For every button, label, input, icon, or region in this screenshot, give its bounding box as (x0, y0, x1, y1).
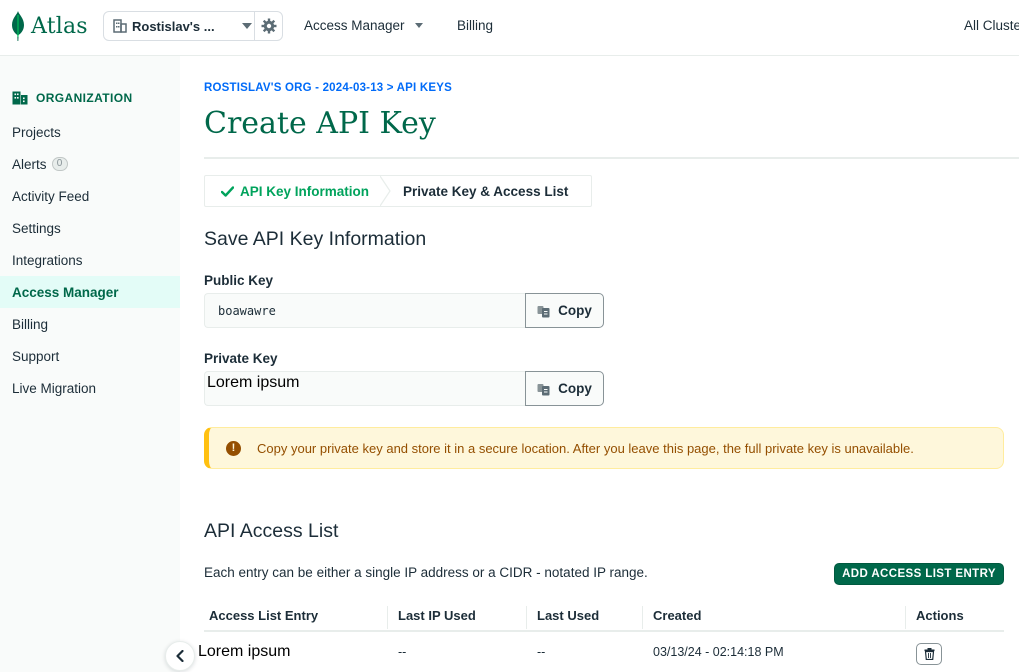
column-divider (905, 606, 906, 629)
nav-access-manager-label: Access Manager (304, 18, 405, 33)
chevron-left-icon (176, 650, 184, 662)
last-used-cell: -- (537, 645, 546, 659)
title-divider (204, 157, 1019, 159)
sidebar-item-label: Support (12, 348, 60, 364)
public-key-label: Public Key (204, 273, 274, 288)
sidebar-item-live-migration[interactable]: Live Migration (0, 372, 180, 404)
sidebar-item-label: Integrations (12, 252, 83, 268)
building-icon (12, 91, 28, 105)
column-header[interactable]: Created (653, 608, 701, 623)
sidebar-item-label: Projects (12, 124, 61, 140)
wizard-stepper: API Key Information Private Key & Access… (204, 175, 592, 207)
gear-icon (261, 18, 277, 34)
org-name: Rostislav's ... (132, 18, 215, 34)
atlas-logo[interactable]: Atlas (11, 10, 88, 42)
sidebar-item-label: Live Migration (12, 380, 97, 396)
nav-billing[interactable]: Billing (457, 18, 493, 33)
copy-icon (537, 383, 550, 395)
sidebar-item-access-manager[interactable]: Access Manager (0, 276, 180, 308)
logo-text: Atlas (31, 13, 88, 39)
sidebar-item-billing[interactable]: Billing (0, 308, 180, 340)
trash-icon (924, 648, 934, 660)
sidebar-item-label: Access Manager (12, 284, 119, 300)
collapse-sidebar-button[interactable] (165, 641, 195, 671)
sidebar-item-label: Settings (12, 220, 61, 236)
public-key-value: boawawre (218, 304, 276, 318)
nav-billing-label: Billing (457, 18, 494, 33)
private-key-value: Lorem ipsum (207, 374, 300, 391)
chevron-down-icon (242, 23, 252, 29)
warning-text: Copy your private key and store it in a … (257, 440, 914, 456)
sidebar-heading-label: ORGANIZATION (36, 91, 133, 105)
sidebar: ORGANIZATION Projects Alerts 0 Activity F… (0, 56, 180, 672)
save-key-heading: Save API Key Information (204, 228, 427, 250)
nav-all-clusters[interactable]: All Clusters (964, 18, 1019, 33)
mongodb-leaf-icon (12, 11, 24, 41)
delete-entry-button[interactable] (916, 643, 942, 665)
private-key-field[interactable]: Lorem ipsum (204, 371, 526, 406)
sidebar-item-integrations[interactable]: Integrations (0, 244, 180, 276)
sidebar-item-projects[interactable]: Projects (0, 116, 180, 148)
private-key-warning-banner: ! Copy your private key and store it in … (204, 427, 1004, 469)
add-access-list-entry-button[interactable]: ADD ACCESS LIST ENTRY (834, 563, 1004, 585)
access-list-description: Each entry can be either a single IP add… (204, 565, 648, 580)
checkmark-icon (221, 185, 234, 197)
column-header[interactable]: Last IP Used (398, 608, 476, 623)
breadcrumb[interactable]: ROSTISLAV'S ORG - 2024-03-13 > API KEYS (204, 82, 452, 94)
building-icon (113, 19, 127, 33)
access-list-heading: API Access List (204, 520, 339, 542)
nav-all-clusters-label: All Clusters (964, 18, 1019, 33)
page-title: Create API Key (204, 106, 436, 141)
column-header[interactable]: Last Used (537, 608, 599, 623)
sidebar-item-label: Billing (12, 316, 49, 332)
copy-public-key-button[interactable]: Copy (525, 293, 604, 328)
org-selector[interactable]: Rostislav's ... (103, 11, 283, 41)
sidebar-heading: ORGANIZATION (12, 91, 133, 105)
sidebar-item-support[interactable]: Support (0, 340, 180, 372)
sidebar-item-label: Activity Feed (12, 188, 90, 204)
warning-icon: ! (226, 440, 241, 456)
sidebar-item-label: Alerts (12, 156, 47, 172)
created-cell: 03/13/24 - 02:14:18 PM (653, 645, 784, 659)
step-api-key-information[interactable]: API Key Information (205, 176, 391, 206)
copy-button-label: Copy (558, 303, 592, 318)
column-header: Actions (916, 608, 964, 623)
sidebar-item-activity-feed[interactable]: Activity Feed (0, 180, 180, 212)
nav-access-manager[interactable]: Access Manager (304, 18, 423, 33)
alerts-count-badge: 0 (51, 157, 68, 171)
step-label: Private Key & Access List (403, 183, 569, 199)
column-header[interactable]: Access List Entry (209, 608, 318, 623)
access-list-table-header: Access List Entry Last IP Used Last Used… (204, 603, 1004, 632)
org-settings-button[interactable] (254, 12, 283, 40)
top-bar: Atlas Rostislav's ... Access Manager Bil… (0, 0, 1019, 56)
chevron-down-icon (414, 23, 423, 28)
sidebar-item-settings[interactable]: Settings (0, 212, 180, 244)
step-private-key-access-list[interactable]: Private Key & Access List (386, 176, 591, 206)
column-divider (642, 606, 643, 629)
column-divider (387, 606, 388, 629)
step-label: API Key Information (240, 183, 370, 199)
column-divider (526, 606, 527, 629)
public-key-field[interactable]: boawawre (204, 293, 526, 328)
copy-icon (537, 305, 550, 317)
access-list-entry-cell: Lorem ipsum (198, 643, 291, 660)
copy-button-label: Copy (558, 381, 592, 396)
copy-private-key-button[interactable]: Copy (525, 371, 604, 406)
private-key-label: Private Key (204, 351, 278, 366)
sidebar-item-alerts[interactable]: Alerts 0 (0, 148, 180, 180)
last-ip-cell: -- (398, 645, 407, 659)
